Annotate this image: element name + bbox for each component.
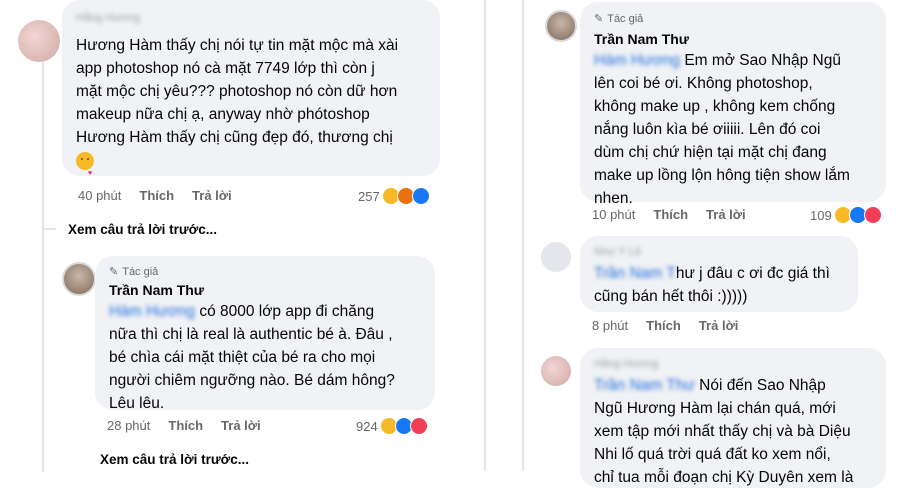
timestamp[interactable]: 28 phút <box>107 418 150 433</box>
like-button[interactable]: Thích <box>168 418 203 433</box>
reaction-count: 924 <box>356 418 378 434</box>
reactions-summary[interactable]: 924 <box>356 417 428 435</box>
author-name[interactable]: Trần Nam Thư <box>109 282 204 298</box>
reaction-count: 257 <box>358 188 380 204</box>
like-button[interactable]: Thích <box>646 318 681 333</box>
comment-text: Hàm Hương Em mở Sao Nhập Ngũ lên coi bé … <box>594 52 850 207</box>
timestamp[interactable]: 8 phút <box>592 318 628 333</box>
column-divider <box>484 0 486 471</box>
avatar[interactable] <box>541 242 571 272</box>
reply-button[interactable]: Trả lời <box>699 318 739 333</box>
see-previous-replies[interactable]: Xem câu trả lời trước... <box>100 452 249 467</box>
reply-button[interactable]: Trả lời <box>221 418 261 433</box>
commenter-name[interactable]: Như Ý Lê <box>594 246 641 258</box>
comment-bubble: Hằng Hương Hương Hàm thấy chị nói tự tin… <box>62 0 440 177</box>
comment-actions: 10 phút Thích Trả lời <box>592 207 746 222</box>
reaction-count: 109 <box>810 207 832 223</box>
reply-button[interactable]: Trả lời <box>706 207 746 222</box>
mention-link[interactable]: Trần Nam Thư <box>594 377 699 394</box>
avatar[interactable] <box>18 20 60 62</box>
like-button[interactable]: Thích <box>653 207 688 222</box>
reactions-summary[interactable]: 109 <box>810 206 882 224</box>
comment-text: Hàm Hương có 8000 lớp app đi chăng nữa t… <box>109 303 395 412</box>
comment-text: Trần Nam Thư Nói đến Sao Nhập Ngũ Hương … <box>594 377 854 486</box>
comment-text: Trần Nam Thư j đâu c ơi đc giá thì cũng … <box>594 265 830 305</box>
timestamp[interactable]: 10 phút <box>592 207 635 222</box>
comment-bubble: Hằng Hương Trần Nam Thư Nói đến Sao Nhập… <box>580 348 886 488</box>
author-avatar[interactable] <box>62 262 96 296</box>
author-name[interactable]: Trần Nam Thư <box>594 31 689 47</box>
reply-button[interactable]: Trả lời <box>192 188 232 203</box>
timestamp[interactable]: 40 phút <box>78 188 121 203</box>
see-previous-replies[interactable]: Xem câu trả lời trước... <box>68 222 217 237</box>
comment-bubble: ✎ Tác giả Trần Nam Thư Hàm Hương có 8000… <box>95 256 435 412</box>
author-badge: ✎ Tác giả <box>109 265 159 279</box>
comment-bubble: Như Ý Lê Trần Nam Thư j đâu c ơi đc giá … <box>580 236 858 312</box>
love-reaction-icon <box>863 206 882 224</box>
comment-bubble: ✎ Tác giả Trần Nam Thư Hàm Hương Em mở S… <box>580 2 886 207</box>
pen-icon: ✎ <box>109 266 119 278</box>
comment-text: Hương Hàm thấy chị nói tự tin mặt mộc mà… <box>76 37 399 177</box>
thread-line-branch <box>42 228 56 230</box>
mention-link[interactable]: Trần Nam T <box>594 265 676 282</box>
commenter-name[interactable]: Hằng Hương <box>594 358 658 370</box>
comment-actions: 28 phút Thích Trả lời <box>107 418 261 433</box>
like-button[interactable]: Thích <box>139 188 174 203</box>
thread-line <box>522 0 524 471</box>
thread-line <box>42 62 44 472</box>
commenter-name[interactable]: Hằng Hương <box>76 12 140 24</box>
mention-link[interactable]: Hàm Hương <box>109 303 199 320</box>
comment-actions: 8 phút Thích Trả lời <box>592 318 738 333</box>
author-avatar[interactable] <box>545 10 577 42</box>
pen-icon: ✎ <box>594 13 604 25</box>
kissing-emoji-icon: ♥ <box>76 152 94 177</box>
love-reaction-icon <box>409 417 428 435</box>
reactions-summary[interactable]: 257 <box>358 187 430 205</box>
comment-actions: 40 phút Thích Trả lời <box>78 188 232 203</box>
author-badge: ✎ Tác giả <box>594 12 644 26</box>
avatar[interactable] <box>541 356 571 386</box>
like-reaction-icon <box>411 187 430 205</box>
mention-link[interactable]: Hàm Hương <box>594 52 684 69</box>
